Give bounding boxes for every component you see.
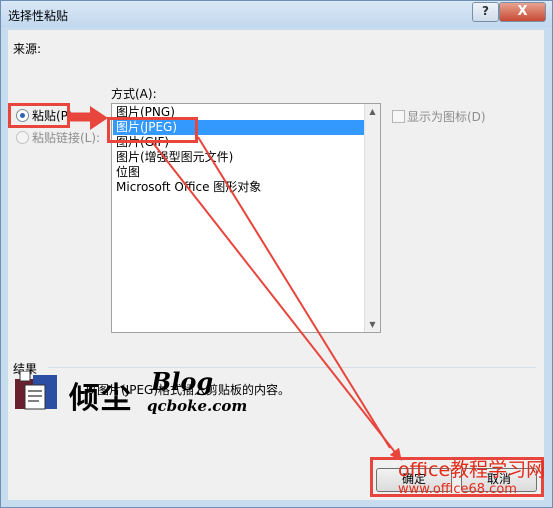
paste-link-radio[interactable] [16,131,29,144]
paste-special-dialog: 选择性粘贴 ? X 来源: 方式(A): 粘贴(P): 粘贴链接(L): 图片(… [0,0,553,508]
document-logo-icon [15,371,57,410]
logo-domain-text: qcboke.com [147,397,248,415]
dialog-title: 选择性粘贴 [8,9,69,23]
scroll-down-icon[interactable]: ▼ [365,317,380,332]
watermark-title: office教程学习网 [398,459,546,481]
source-label: 来源: [13,42,42,56]
watermark-url: www.office68.com [398,482,517,497]
annotation-box-jpeg [107,117,198,143]
title-bar: 选择性粘贴 ? X [1,1,552,27]
scroll-up-icon[interactable]: ▲ [365,104,380,119]
blog-logo: 倾尘 Blog qcboke.com [15,367,247,417]
display-as-icon-checkbox[interactable] [392,110,405,123]
logo-blog-text: Blog [151,367,214,396]
annotation-box-paste [8,103,70,128]
list-item[interactable]: 位图 [116,165,140,180]
list-item[interactable]: Microsoft Office 图形对象 [116,180,261,195]
format-label: 方式(A): [111,87,157,101]
close-button[interactable]: X [499,2,546,22]
logo-chinese-text: 倾尘 [69,381,133,416]
list-item[interactable]: 图片(增强型图元文件) [116,150,233,165]
display-as-icon-label[interactable]: 显示为图标(D) [407,108,486,125]
dialog-body: 来源: 方式(A): 粘贴(P): 粘贴链接(L): 图片(PNG) 图片(JP… [8,30,544,500]
list-scrollbar[interactable]: ▲ ▼ [364,104,380,332]
help-button[interactable]: ? [472,2,499,22]
paste-link-radio-label[interactable]: 粘贴链接(L): [32,129,100,146]
